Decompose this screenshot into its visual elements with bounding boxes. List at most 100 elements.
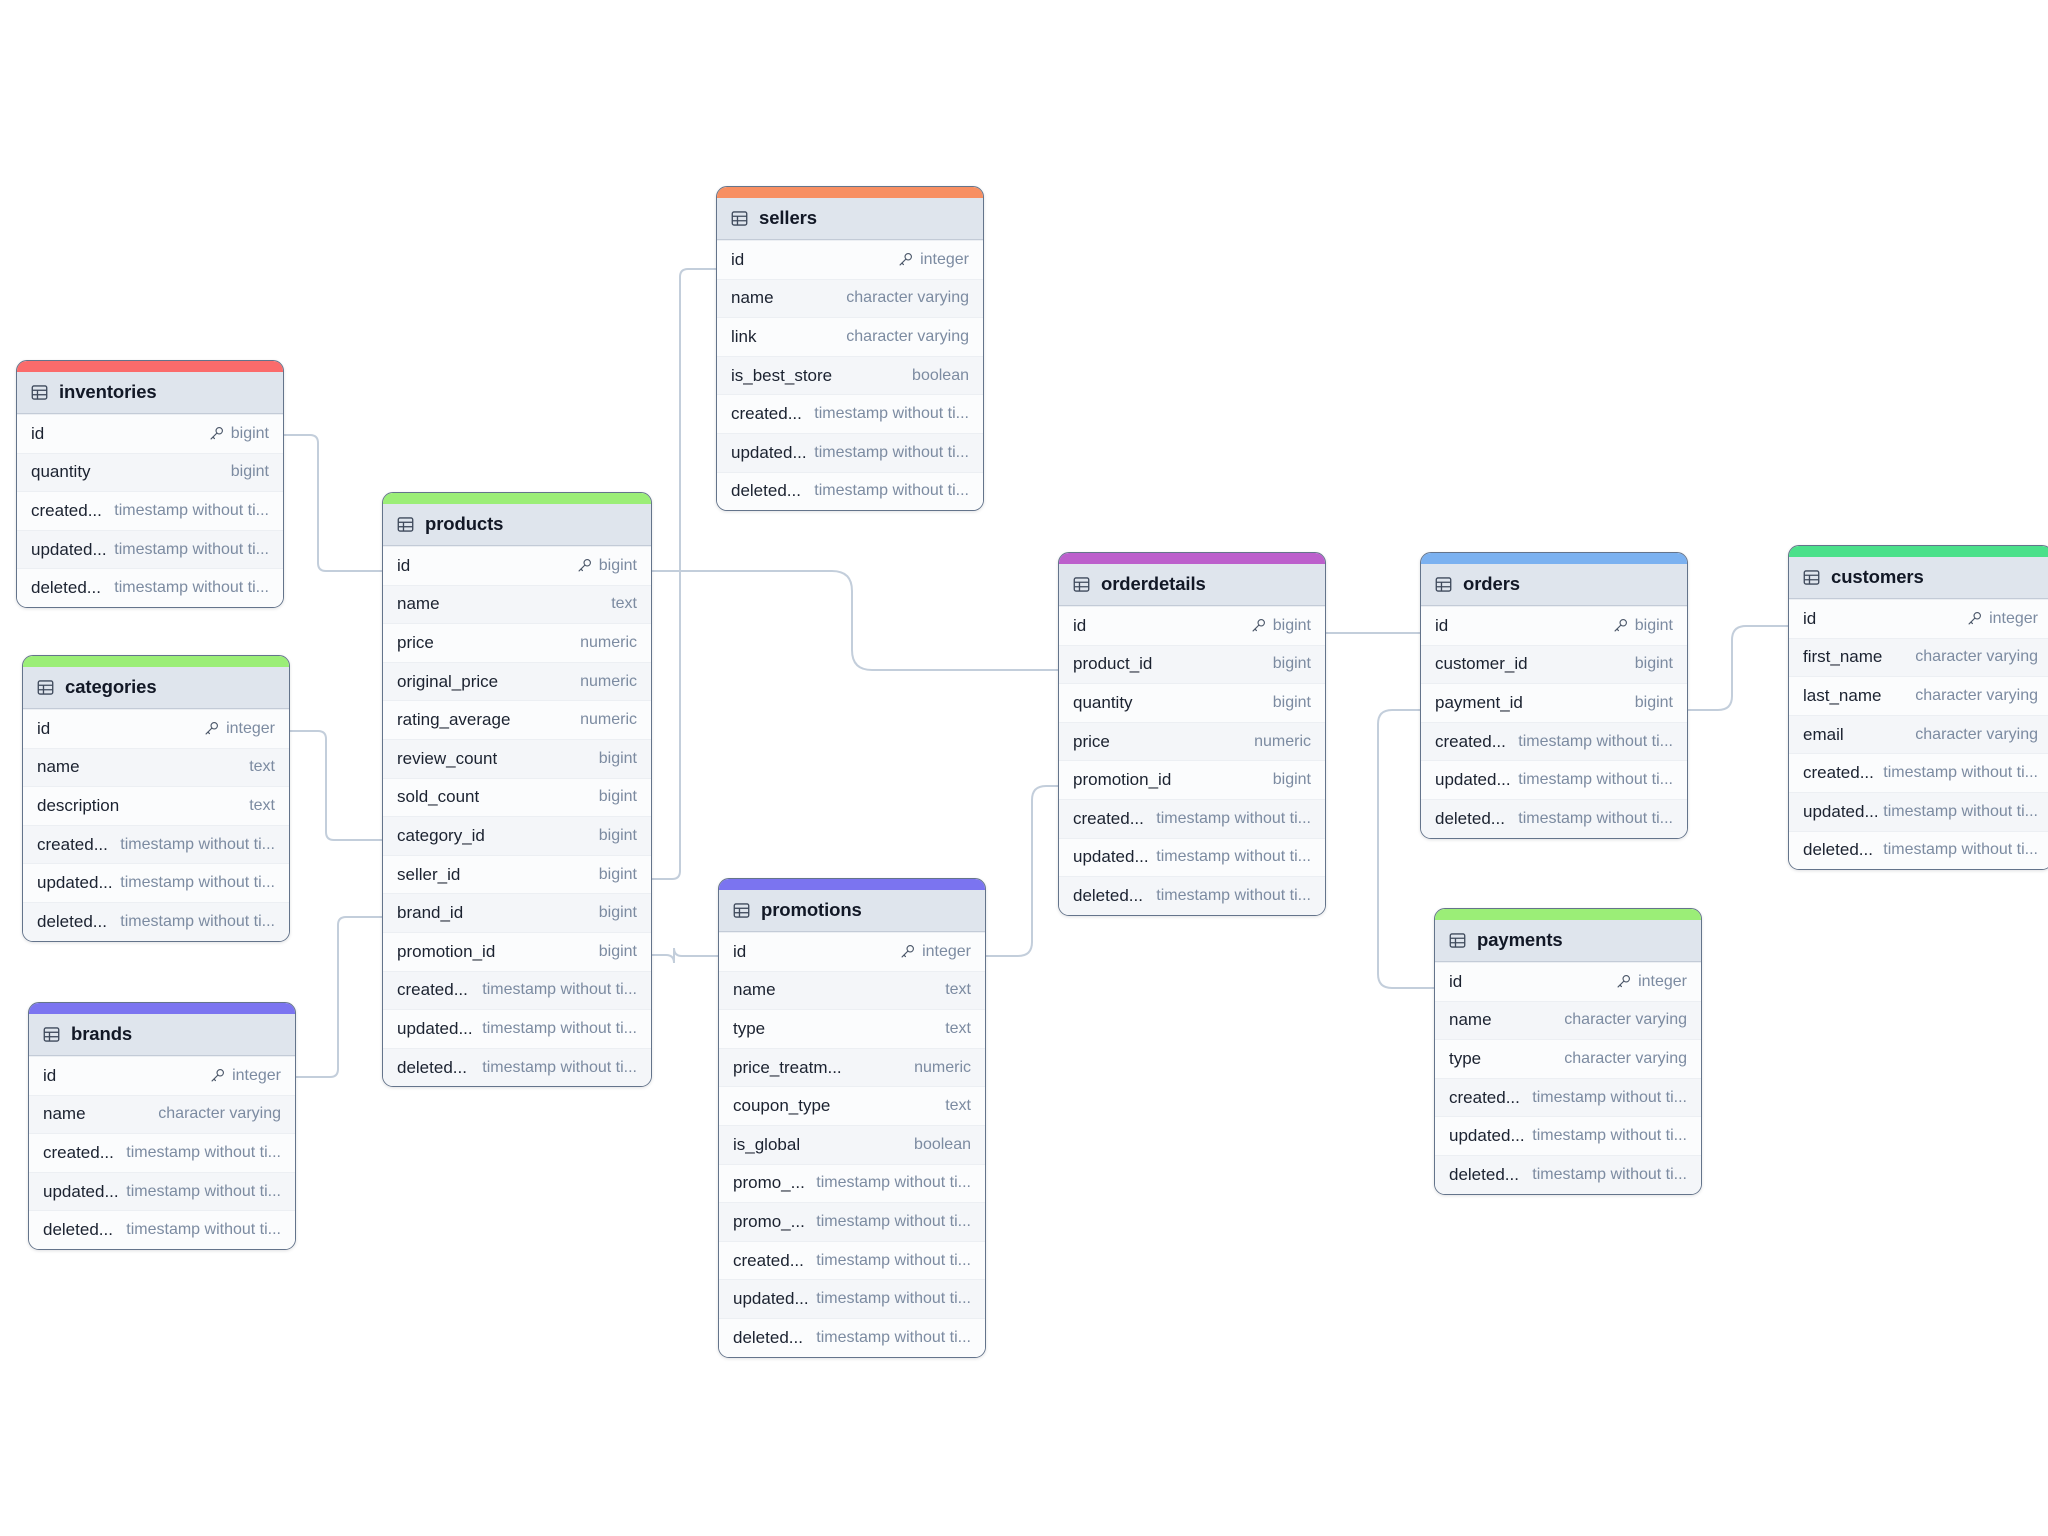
field-row[interactable]: updated... timestamp without ti... [17,529,283,569]
table-node-brands[interactable]: brands id integer name character varying crea… [28,1002,296,1250]
field-row[interactable]: review_count bigint [383,738,651,778]
field-row[interactable]: product_id bigint [1059,644,1325,684]
table-header-brands[interactable]: brands [29,1014,295,1056]
field-row[interactable]: id integer [719,932,985,971]
table-node-orders[interactable]: orders id bigint customer_id bigint payment_i… [1420,552,1688,839]
field-row[interactable]: type character varying [1435,1039,1701,1078]
field-row[interactable]: customer_id bigint [1421,644,1687,684]
field-type: timestamp without ti... [482,981,637,999]
table-header-categories[interactable]: categories [23,667,289,709]
field-row[interactable]: price numeric [383,623,651,662]
field-row[interactable]: created... timestamp without ti... [1789,753,2048,792]
field-row[interactable]: payment_id bigint [1421,683,1687,722]
field-row[interactable]: created... timestamp without ti... [1059,798,1325,838]
field-row[interactable]: created... timestamp without ti... [29,1133,295,1172]
field-row[interactable]: deleted... timestamp without ti... [717,471,983,511]
field-row[interactable]: first_name character varying [1789,637,2048,677]
field-row[interactable]: deleted... timestamp without ti... [1421,798,1687,838]
field-row[interactable]: name text [719,970,985,1010]
field-row[interactable]: quantity bigint [17,452,283,492]
field-row[interactable]: created... timestamp without ti... [1421,721,1687,761]
field-row[interactable]: name text [23,747,289,787]
field-row[interactable]: created... timestamp without ti... [383,970,651,1010]
field-row[interactable]: type text [719,1009,985,1048]
field-row[interactable]: quantity bigint [1059,683,1325,722]
field-row[interactable]: updated... timestamp without ti... [1059,837,1325,877]
field-row[interactable]: created... timestamp without ti... [717,394,983,433]
field-row[interactable]: promotion_id bigint [383,931,651,971]
field-row[interactable]: updated... timestamp without ti... [29,1171,295,1211]
field-row[interactable]: created... timestamp without ti... [17,491,283,530]
field-row[interactable]: id integer [23,709,289,748]
field-row[interactable]: description text [23,786,289,825]
field-row[interactable]: id integer [717,240,983,279]
field-row[interactable]: price_treatm... numeric [719,1047,985,1087]
field-name: created... [733,1250,804,1270]
table-node-products[interactable]: products id bigint name text price numeric orig… [382,492,652,1088]
field-row[interactable]: is_global boolean [719,1124,985,1164]
field-row[interactable]: deleted... timestamp without ti... [383,1047,651,1087]
field-row[interactable]: email character varying [1789,714,2048,754]
field-row[interactable]: updated... timestamp without ti... [383,1009,651,1048]
field-row[interactable]: id bigint [383,546,651,585]
field-name: name [733,980,776,1000]
field-row[interactable]: category_id bigint [383,816,651,855]
field-row[interactable]: updated... timestamp without ti... [717,432,983,472]
field-row[interactable]: deleted... timestamp without ti... [1435,1154,1701,1194]
field-row[interactable]: deleted... timestamp without ti... [17,568,283,607]
field-row[interactable]: promo_... timestamp without ti... [719,1202,985,1241]
field-row[interactable]: name character varying [1435,1000,1701,1040]
field-row[interactable]: deleted... timestamp without ti... [29,1210,295,1249]
field-row[interactable]: brand_id bigint [383,893,651,932]
field-row[interactable]: updated... timestamp without ti... [1435,1116,1701,1155]
field-row[interactable]: last_name character varying [1789,676,2048,715]
erd-canvas[interactable]: inventories id bigint quantity bigint created… [0,0,2048,1536]
table-node-promotions[interactable]: promotions id integer name text type text price… [718,878,986,1358]
field-row[interactable]: updated... timestamp without ti... [23,863,289,902]
field-row[interactable]: coupon_type text [719,1086,985,1125]
table-node-sellers[interactable]: sellers id integer name character varying lin… [716,186,984,512]
table-header-orders[interactable]: orders [1421,564,1687,606]
field-row[interactable]: original_price numeric [383,661,651,701]
field-row[interactable]: deleted... timestamp without ti... [23,901,289,941]
field-row[interactable]: created... timestamp without ti... [23,824,289,864]
table-node-orderdetails[interactable]: orderdetails id bigint product_id bigint quan… [1058,552,1326,916]
field-row[interactable]: name character varying [29,1094,295,1134]
field-row[interactable]: updated... timestamp without ti... [1789,791,2048,831]
field-row[interactable]: name text [383,584,651,624]
field-row[interactable]: name character varying [717,278,983,318]
field-row[interactable]: promo_... timestamp without ti... [719,1163,985,1203]
table-header-products[interactable]: products [383,504,651,546]
table-node-categories[interactable]: categories id integer name text description te… [22,655,290,942]
table-node-inventories[interactable]: inventories id bigint quantity bigint created… [16,360,284,608]
field-row[interactable]: price numeric [1059,721,1325,761]
field-row[interactable]: created... timestamp without ti... [719,1240,985,1280]
table-header-payments[interactable]: payments [1435,920,1701,962]
field-row[interactable]: deleted... timestamp without ti... [1059,876,1325,915]
field-row[interactable]: id bigint [17,414,283,453]
field-row[interactable]: sold_count bigint [383,777,651,817]
table-header-customers[interactable]: customers [1789,557,2048,599]
field-row[interactable]: created... timestamp without ti... [1435,1077,1701,1117]
field-row[interactable]: rating_average numeric [383,700,651,739]
field-row[interactable]: id bigint [1059,606,1325,645]
field-row[interactable]: promotion_id bigint [1059,760,1325,799]
table-node-payments[interactable]: payments id integer name character varying ty… [1434,908,1702,1195]
field-name: sold_count [397,787,480,807]
field-row[interactable]: updated... timestamp without ti... [1421,760,1687,799]
table-header-inventories[interactable]: inventories [17,372,283,414]
field-row[interactable]: deleted... timestamp without ti... [719,1317,985,1357]
field-row[interactable]: link character varying [717,317,983,356]
field-row[interactable]: deleted... timestamp without ti... [1789,830,2048,870]
table-header-sellers[interactable]: sellers [717,198,983,240]
field-row[interactable]: updated... timestamp without ti... [719,1279,985,1318]
field-row[interactable]: id bigint [1421,606,1687,645]
table-header-orderdetails[interactable]: orderdetails [1059,564,1325,606]
field-row[interactable]: is_best_store boolean [717,355,983,395]
field-row[interactable]: seller_id bigint [383,854,651,894]
field-row[interactable]: id integer [29,1056,295,1095]
table-header-promotions[interactable]: promotions [719,890,985,932]
field-row[interactable]: id integer [1789,599,2048,638]
table-node-customers[interactable]: customers id integer first_name character va… [1788,545,2048,871]
field-row[interactable]: id integer [1435,962,1701,1001]
